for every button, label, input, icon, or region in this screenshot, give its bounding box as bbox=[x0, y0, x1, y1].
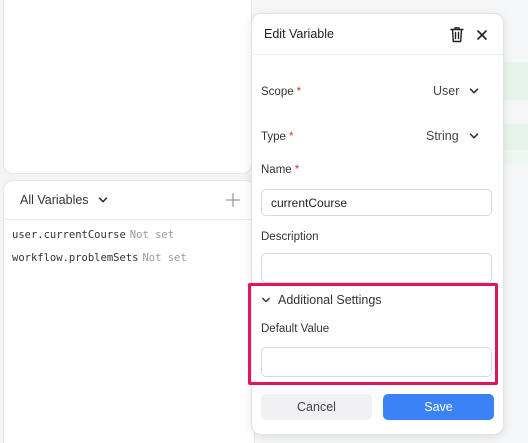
list-item[interactable]: workflow.problemSets Not set bbox=[12, 247, 254, 270]
name-label-text: Name bbox=[261, 164, 292, 176]
type-select[interactable]: String bbox=[426, 129, 480, 143]
name-label: Name * bbox=[261, 164, 299, 176]
plus-icon[interactable] bbox=[224, 191, 242, 209]
trash-icon[interactable] bbox=[449, 26, 465, 43]
variable-name: workflow.problemSets bbox=[12, 252, 139, 264]
type-value: String bbox=[426, 129, 459, 143]
variables-panel-header: All Variables bbox=[4, 181, 254, 220]
list-item[interactable]: user.currentCourse Not set bbox=[12, 224, 254, 247]
required-mark: * bbox=[288, 131, 294, 143]
save-button[interactable]: Save bbox=[383, 394, 494, 420]
description-label: Description bbox=[261, 231, 319, 243]
top-panel bbox=[3, 0, 252, 174]
variable-value: Not set bbox=[129, 229, 175, 241]
app-canvas: All Variables user.currentCourse Not set … bbox=[0, 0, 528, 443]
name-input-value: currentCourse bbox=[271, 195, 348, 210]
variables-panel: All Variables user.currentCourse Not set … bbox=[3, 180, 255, 443]
description-input[interactable] bbox=[261, 253, 492, 283]
required-mark: * bbox=[296, 86, 302, 98]
chevron-down-icon bbox=[468, 85, 480, 97]
required-mark: * bbox=[294, 164, 300, 176]
dialog-title: Edit Variable bbox=[264, 27, 334, 41]
variables-list: user.currentCourse Not set workflow.probl… bbox=[4, 220, 254, 270]
type-label: Type * bbox=[261, 131, 293, 143]
type-label-text: Type bbox=[261, 131, 286, 143]
close-icon[interactable] bbox=[476, 28, 488, 40]
name-input[interactable]: currentCourse bbox=[261, 189, 492, 216]
variable-value: Not set bbox=[142, 252, 187, 264]
additional-settings-highlight bbox=[248, 283, 498, 385]
scope-label-text: Scope bbox=[261, 86, 294, 98]
cancel-button[interactable]: Cancel bbox=[261, 394, 372, 420]
variable-name: user.currentCourse bbox=[12, 229, 126, 241]
dialog-header: Edit Variable bbox=[252, 14, 503, 55]
variables-filter-dropdown[interactable]: All Variables bbox=[20, 193, 89, 207]
chevron-down-icon[interactable] bbox=[97, 194, 109, 206]
chevron-down-icon bbox=[468, 130, 480, 142]
scope-value: User bbox=[433, 84, 460, 98]
scope-label: Scope * bbox=[261, 86, 301, 98]
scope-select[interactable]: User bbox=[433, 84, 480, 98]
